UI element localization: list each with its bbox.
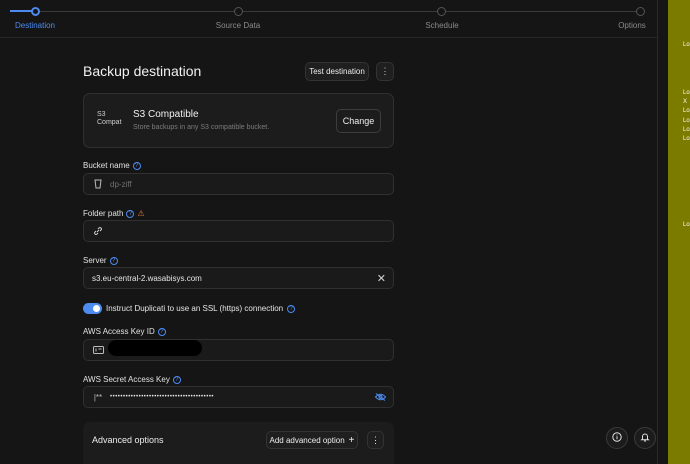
- ssl-toggle[interactable]: [83, 303, 102, 314]
- notifications-button[interactable]: [634, 427, 656, 449]
- change-destination-button[interactable]: Change: [336, 109, 381, 133]
- log-line: Lo: [683, 136, 690, 142]
- side-divider: [657, 0, 668, 464]
- advanced-options-panel: Advanced options Add advanced option + ⋮: [83, 422, 394, 464]
- server-label: Server ?: [83, 256, 118, 265]
- secret-key-label: AWS Secret Access Key ?: [83, 375, 181, 384]
- more-options-button[interactable]: ⋮: [376, 62, 394, 81]
- access-key-label: AWS Access Key ID ?: [83, 327, 166, 336]
- folder-path-label: Folder path ? ⚠: [83, 209, 145, 218]
- log-line: Lo: [683, 42, 690, 48]
- server-input[interactable]: s3.eu-central-2.wasabisys.com ✕: [83, 267, 394, 289]
- help-icon[interactable]: ?: [109, 256, 118, 265]
- help-icon[interactable]: ?: [157, 327, 166, 336]
- log-line: X: [683, 99, 688, 105]
- secret-key-input[interactable]: |** ••••••••••••••••••••••••••••••••••••…: [83, 386, 394, 408]
- step-dot-source-data[interactable]: [234, 7, 243, 16]
- id-card-icon: [92, 346, 104, 354]
- secret-key-value: ••••••••••••••••••••••••••••••••••••••••: [110, 394, 215, 400]
- step-label-source-data[interactable]: Source Data: [216, 21, 260, 30]
- server-value: s3.eu-central-2.wasabisys.com: [92, 273, 202, 283]
- bucket-icon: [92, 179, 104, 189]
- server-label-text: Server: [83, 256, 107, 265]
- help-icon[interactable]: ?: [126, 209, 135, 218]
- step-dot-destination[interactable]: [31, 7, 40, 16]
- page-title: Backup destination: [83, 63, 202, 79]
- folder-path-input[interactable]: [83, 220, 394, 242]
- ssl-toggle-row: Instruct Duplicati to use an SSL (https)…: [83, 303, 296, 314]
- bucket-name-input[interactable]: dp-ziff: [83, 173, 394, 195]
- log-line: Lo: [683, 222, 690, 228]
- redaction-mark: [108, 340, 202, 356]
- step-label-destination[interactable]: Destination: [15, 21, 55, 30]
- clear-icon[interactable]: ✕: [377, 272, 386, 285]
- advanced-options-title: Advanced options: [92, 435, 164, 445]
- plus-icon: +: [348, 434, 355, 446]
- log-line: Lo: [683, 127, 690, 133]
- s3-logo-icon: S3 Compat: [97, 111, 122, 126]
- help-icon[interactable]: ?: [287, 304, 296, 313]
- step-label-options[interactable]: Options: [618, 21, 646, 30]
- step-dot-options[interactable]: [636, 7, 645, 16]
- step-dot-schedule[interactable]: [437, 7, 446, 16]
- add-advanced-option-button[interactable]: Add advanced option +: [266, 431, 358, 449]
- log-line: Lo: [683, 118, 690, 124]
- bell-icon: [640, 432, 650, 444]
- bucket-name-label: Bucket name ?: [83, 161, 141, 170]
- info-icon: [612, 432, 622, 444]
- add-advanced-option-label: Add advanced option: [269, 435, 345, 445]
- destination-card: S3 Compat S3 Compatible Store backups in…: [83, 93, 394, 148]
- info-button[interactable]: [606, 427, 628, 449]
- destination-type-title: S3 Compatible: [133, 109, 199, 120]
- ssl-toggle-label: Instruct Duplicati to use an SSL (https)…: [106, 304, 284, 313]
- side-log-panel: Lo Lo X Lo Lo Lo Lo Lo: [668, 0, 690, 464]
- secret-key-label-text: AWS Secret Access Key: [83, 375, 170, 384]
- step-label-schedule[interactable]: Schedule: [425, 21, 458, 30]
- password-icon: |**: [93, 392, 103, 402]
- stepper-track: [10, 11, 642, 12]
- help-icon[interactable]: ?: [132, 161, 141, 170]
- warning-icon: ⚠: [137, 208, 145, 218]
- help-icon[interactable]: ?: [172, 375, 181, 384]
- bucket-name-placeholder: dp-ziff: [110, 179, 132, 189]
- advanced-more-button[interactable]: ⋮: [367, 431, 384, 449]
- test-destination-button[interactable]: Test destination: [305, 62, 369, 81]
- bucket-name-label-text: Bucket name: [83, 161, 130, 170]
- log-line: Lo: [683, 90, 690, 96]
- eye-off-icon[interactable]: [374, 393, 387, 401]
- access-key-label-text: AWS Access Key ID: [83, 327, 155, 336]
- wizard-stepper: Destination Source Data Schedule Options: [0, 0, 668, 38]
- destination-type-description: Store backups in any S3 compatible bucke…: [133, 124, 270, 131]
- link-icon: [92, 226, 104, 236]
- log-line: Lo: [683, 108, 690, 114]
- folder-path-label-text: Folder path: [83, 209, 124, 218]
